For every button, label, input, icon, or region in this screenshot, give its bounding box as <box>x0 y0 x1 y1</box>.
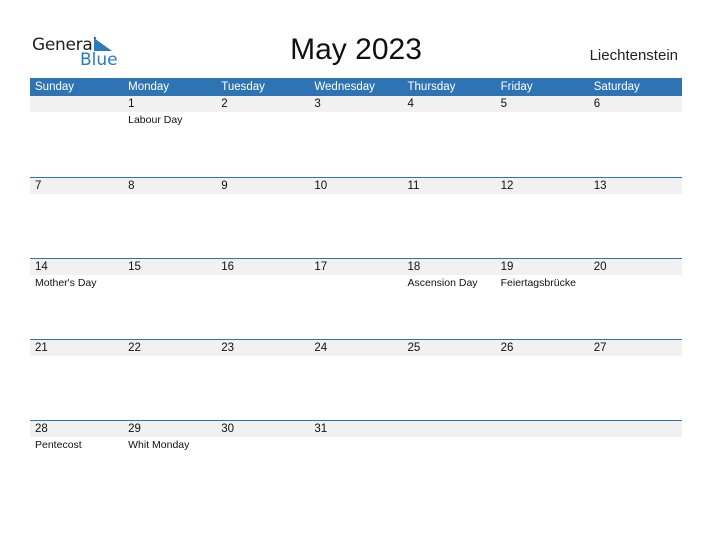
holiday-label: Mother's Day <box>35 277 97 289</box>
holiday-row <box>30 194 682 212</box>
day-number: 27 <box>593 342 607 354</box>
day-number: 20 <box>593 261 607 273</box>
holiday-label <box>30 112 123 130</box>
day-number: 24 <box>314 342 328 354</box>
holiday-label <box>309 356 402 374</box>
holiday-label <box>589 275 682 293</box>
holiday-label <box>403 112 496 130</box>
day-number: 29 <box>128 423 141 435</box>
date-band: 21 22 23 24 25 26 27 <box>30 340 682 356</box>
day-number: 9 <box>221 180 228 192</box>
week-row: 28 29 30 31 Pentecost Whit Monday <box>30 420 682 501</box>
day-number <box>589 421 682 437</box>
day-number <box>30 96 123 112</box>
holiday-row: Labour Day <box>30 112 682 130</box>
weekday-friday: Friday <box>500 81 533 93</box>
weekday-saturday: Saturday <box>593 81 640 93</box>
holiday-label <box>216 194 309 212</box>
day-number: 25 <box>407 342 421 354</box>
date-band: 28 29 30 31 <box>30 421 682 437</box>
holiday-label <box>30 356 123 374</box>
holiday-label <box>589 356 682 374</box>
day-number: 14 <box>35 261 48 273</box>
day-number: 16 <box>221 261 235 273</box>
day-number: 19 <box>500 261 514 273</box>
holiday-label <box>309 194 402 212</box>
weekday-thursday: Thursday <box>407 81 456 93</box>
holiday-row: Mother's Day Ascension Day Feiertagsbrücke <box>30 275 682 293</box>
weekday-wednesday: Wednesday <box>314 81 375 93</box>
holiday-label: Whit Monday <box>128 439 190 451</box>
holiday-label <box>496 437 589 455</box>
holiday-label <box>309 275 402 293</box>
holiday-label <box>496 356 589 374</box>
holiday-label <box>496 194 589 212</box>
day-number: 18 <box>407 261 421 273</box>
week-row: 7 8 9 10 11 12 13 <box>30 177 682 258</box>
day-number: 4 <box>407 98 414 110</box>
holiday-label <box>403 356 496 374</box>
holiday-label <box>309 437 402 455</box>
holiday-label: Labour Day <box>128 114 183 126</box>
day-number: 21 <box>35 342 48 354</box>
day-number: 28 <box>35 423 48 435</box>
weekday-monday: Monday <box>128 81 170 93</box>
holiday-label <box>30 194 123 212</box>
holiday-row <box>30 356 682 374</box>
day-number: 1 <box>128 98 135 110</box>
day-number: 11 <box>407 180 420 192</box>
week-row: 14 15 16 17 18 19 20 Mother's Day Ascension Day F… <box>30 258 682 339</box>
holiday-label <box>589 194 682 212</box>
weekday-sunday: Sunday <box>35 81 75 93</box>
weekday-header: Sunday Monday Tuesday Wednesday Thursday… <box>30 78 682 96</box>
date-band: 7 8 9 10 11 12 13 <box>30 178 682 194</box>
day-number: 26 <box>500 342 514 354</box>
holiday-label <box>123 194 216 212</box>
day-number <box>403 421 496 437</box>
holiday-label <box>216 112 309 130</box>
week-row: 21 22 23 24 25 26 27 <box>30 339 682 420</box>
week-row: 1 2 3 4 5 6 Labour Day <box>30 96 682 177</box>
date-band: 1 2 3 4 5 6 <box>30 96 682 112</box>
day-number: 6 <box>593 98 601 110</box>
day-number: 7 <box>35 180 42 192</box>
country-name: Liechtenstein <box>589 47 678 64</box>
holiday-label <box>216 437 309 455</box>
day-number: 15 <box>128 261 141 273</box>
day-number: 12 <box>500 180 514 192</box>
holiday-label <box>123 275 216 293</box>
calendar-grid: Sunday Monday Tuesday Wednesday Thursday… <box>30 78 682 501</box>
holiday-label <box>403 194 496 212</box>
holiday-label: Feiertagsbrücke <box>500 277 576 289</box>
day-number: 30 <box>221 423 235 435</box>
holiday-label <box>589 437 682 455</box>
holiday-label <box>216 356 309 374</box>
day-number: 2 <box>221 98 228 110</box>
holiday-row: Pentecost Whit Monday <box>30 437 682 455</box>
holiday-label <box>309 112 402 130</box>
date-band: 14 15 16 17 18 19 20 <box>30 259 682 275</box>
holiday-label <box>496 112 589 130</box>
day-number: 13 <box>593 180 607 192</box>
day-number: 22 <box>128 342 141 354</box>
holiday-label: Ascension Day <box>407 277 478 289</box>
holiday-label <box>123 356 216 374</box>
day-number: 8 <box>128 180 135 192</box>
day-number: 23 <box>221 342 235 354</box>
day-number: 17 <box>314 261 328 273</box>
day-number: 5 <box>500 98 508 110</box>
day-number: 31 <box>314 423 328 435</box>
day-number: 3 <box>314 98 321 110</box>
holiday-label <box>403 437 496 455</box>
weekday-tuesday: Tuesday <box>221 81 265 93</box>
day-number: 10 <box>314 180 328 192</box>
holiday-label <box>589 112 682 130</box>
holiday-label: Pentecost <box>35 439 82 451</box>
holiday-label <box>216 275 309 293</box>
day-number <box>496 421 589 437</box>
